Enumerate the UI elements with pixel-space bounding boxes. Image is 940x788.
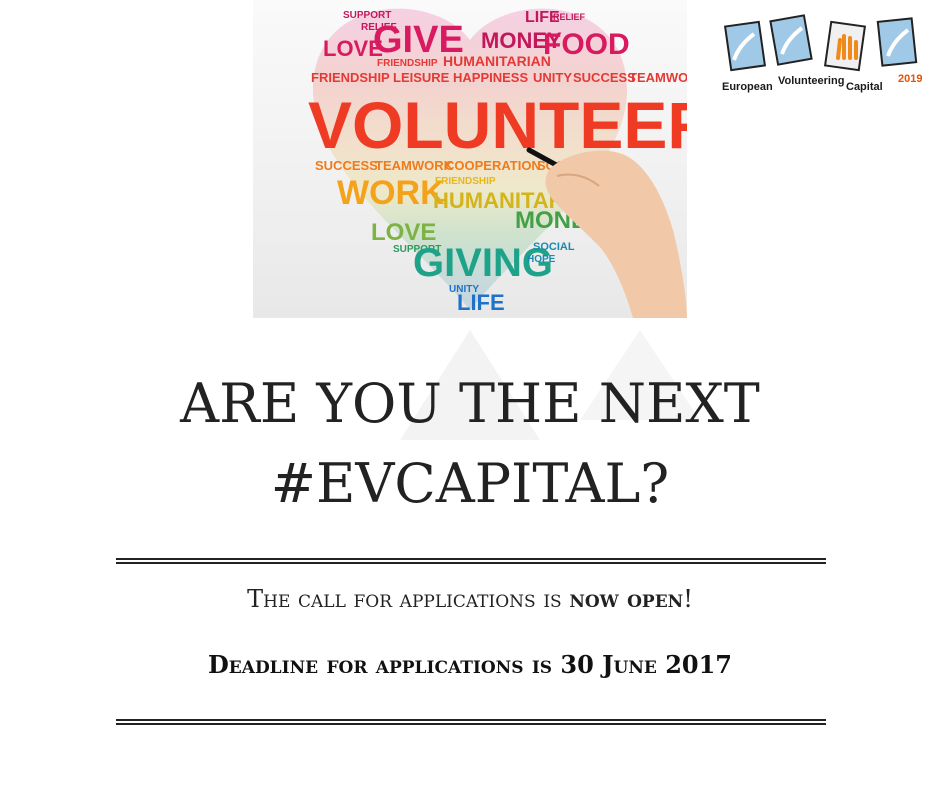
headline-line-2: #EVCAPITAL? [270, 452, 670, 515]
svg-text:FRIENDSHIP: FRIENDSHIP [377, 58, 438, 69]
svg-text:TEAMWORK: TEAMWORK [375, 158, 454, 173]
svg-text:SUCCESS: SUCCESS [573, 70, 636, 85]
deadline-text: Deadline for applications is 30 June 201… [207, 650, 733, 679]
svg-text:RELIEF: RELIEF [553, 12, 586, 22]
svg-text:VOLUNTEER: VOLUNTEER [308, 88, 687, 162]
svg-text:UNITY: UNITY [533, 70, 572, 85]
headline-line-1: ARE YOU THE NEXT [180, 372, 760, 435]
svg-text:FRIENDSHIP: FRIENDSHIP [311, 70, 390, 85]
call-suffix: ! [683, 585, 693, 613]
svg-text:LEISURE: LEISURE [393, 70, 450, 85]
svg-text:LIFE: LIFE [457, 290, 505, 315]
svg-text:TEAMWORK: TEAMWORK [629, 70, 687, 85]
svg-text:HAPPINESS: HAPPINESS [453, 70, 528, 85]
svg-text:FOOD: FOOD [543, 28, 630, 61]
logo-year: 2019 [898, 73, 922, 85]
svg-text:COOPERATION: COOPERATION [445, 158, 541, 173]
svg-text:FRIENDSHIP: FRIENDSHIP [435, 176, 496, 187]
call-prefix: The call for applications is [247, 585, 570, 613]
european-volunteering-capital-logo: European Volunteering Capital 2019 [720, 10, 935, 98]
volunteer-heart-image: SUPPORT RELIEF LIFE RELIEF LOVE GIVE MON… [253, 0, 687, 318]
hand-with-pen [526, 147, 687, 318]
logo-word-european: European [722, 81, 773, 93]
svg-text:HOPE: HOPE [527, 254, 556, 265]
logo-word-volunteering: Volunteering [778, 75, 844, 87]
logo-word-capital: Capital [846, 81, 883, 93]
call-for-applications: The call for applications is now open! [0, 584, 940, 613]
divider-top [116, 558, 826, 564]
svg-text:WORK: WORK [337, 174, 445, 212]
svg-text:SOCIAL: SOCIAL [533, 241, 575, 253]
svg-text:SUCCESS: SUCCESS [315, 158, 378, 173]
divider-bottom [116, 719, 826, 725]
call-now-open: now open [569, 584, 684, 613]
svg-text:HUMANITARIAN: HUMANITARIAN [443, 53, 551, 69]
